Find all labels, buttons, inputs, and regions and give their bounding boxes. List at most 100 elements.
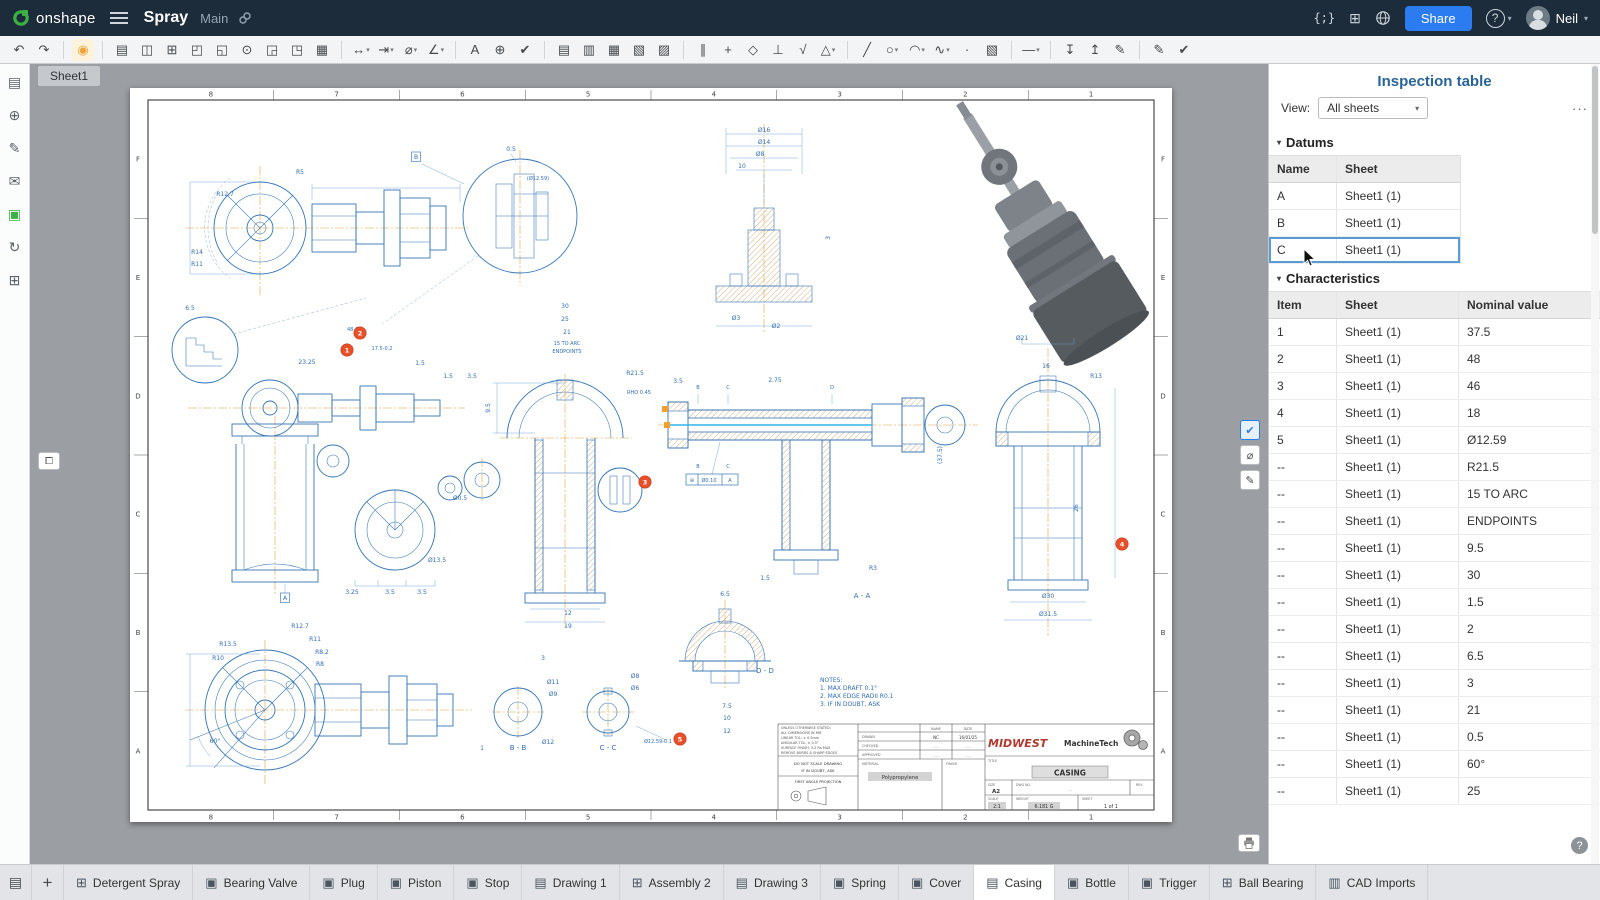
toolbar-inspection-table[interactable]: ▨	[653, 39, 675, 61]
table-row[interactable]: --Sheet1 (1)6.5	[1269, 643, 1600, 670]
tab-plug[interactable]: ▣Plug	[310, 865, 377, 900]
tab-drawing-1[interactable]: ▤Drawing 1	[522, 865, 619, 900]
toolbar-redo[interactable]: ↷	[33, 39, 55, 61]
toolbar-weld-symbol[interactable]: △	[817, 39, 839, 61]
toolbar-import[interactable]: ↥	[1084, 39, 1106, 61]
table-row[interactable]: 5Sheet1 (1)Ø12.59	[1269, 427, 1600, 454]
panel-scroll-area[interactable]: ▾ Datums NameSheetASheet1 (1)BSheet1 (1)…	[1269, 128, 1600, 805]
selection-handle[interactable]	[662, 406, 668, 412]
rail-style-tool[interactable]: ✎	[9, 140, 21, 157]
toolbar-callout[interactable]: ⊕	[489, 39, 511, 61]
toolbar-inspection-check[interactable]: ✔	[1173, 39, 1195, 61]
toolbar-auxiliary-view[interactable]: ◰	[186, 39, 208, 61]
viewport-overview-button[interactable]: ⧠	[38, 452, 60, 470]
rail-select-tool[interactable]: ⊕	[9, 107, 21, 124]
toolbar-undo[interactable]: ↶	[8, 39, 30, 61]
manage-tabs-button[interactable]: ▤	[0, 865, 32, 900]
toolbar-revision-table[interactable]: ▦	[603, 39, 625, 61]
toolbar-centerline[interactable]: ∥	[692, 39, 714, 61]
rail-tables-panel[interactable]: ⊞	[9, 272, 21, 289]
help-button[interactable]: ?	[1571, 837, 1588, 854]
toolbar-datum[interactable]: ◇	[742, 39, 764, 61]
table-row[interactable]: --Sheet1 (1)1.5	[1269, 589, 1600, 616]
help-menu[interactable]: ? ▾	[1486, 9, 1512, 28]
toolbar-show-hidden-lines[interactable]: ▦	[311, 39, 333, 61]
table-row[interactable]: --Sheet1 (1)30	[1269, 562, 1600, 589]
toolbar-insert-view[interactable]: ◫	[136, 39, 158, 61]
toolbar-point[interactable]: ·	[956, 39, 978, 61]
toolbar-hatch[interactable]: ▧	[981, 39, 1003, 61]
tab-piston[interactable]: ▣Piston	[378, 865, 455, 900]
inspection-settings-button[interactable]: ✎	[1240, 470, 1260, 490]
tab-bearing-valve[interactable]: ▣Bearing Valve	[193, 865, 310, 900]
toolbar-surface-finish[interactable]: √	[792, 39, 814, 61]
toolbar-erase[interactable]: ✎	[1109, 39, 1131, 61]
toolbar-geometric-tolerance[interactable]: ⊥	[767, 39, 789, 61]
more-options-button[interactable]: ···	[1572, 101, 1588, 116]
inspection-dimension-button[interactable]: ⌀	[1240, 445, 1260, 465]
table-row[interactable]: 4Sheet1 (1)18	[1269, 400, 1600, 427]
inspection-balloons[interactable]: 21345	[341, 327, 1128, 745]
inspection-select-button[interactable]: ✔	[1240, 420, 1260, 440]
tab-stop[interactable]: ▣Stop	[454, 865, 522, 900]
table-row[interactable]: 2Sheet1 (1)48	[1269, 346, 1600, 373]
table-row[interactable]: --Sheet1 (1)3	[1269, 670, 1600, 697]
selection-handle[interactable]	[664, 422, 670, 428]
globe-icon[interactable]	[1375, 10, 1391, 26]
menu-icon[interactable]	[110, 12, 128, 24]
toolbar-spline[interactable]: ∿	[931, 39, 953, 61]
toolbar-hole-table[interactable]: ▤	[553, 39, 575, 61]
toolbar-center-mark[interactable]: +	[717, 39, 739, 61]
datums-section-header[interactable]: ▾ Datums	[1269, 128, 1600, 155]
table-row[interactable]: ASheet1 (1)	[1269, 183, 1460, 210]
new-tab-button[interactable]: +	[32, 865, 64, 900]
toolbar-line-style[interactable]: —	[1020, 39, 1042, 61]
toolbar-break-view[interactable]: ◳	[286, 39, 308, 61]
toolbar-note[interactable]: A	[464, 39, 486, 61]
table-row[interactable]: --Sheet1 (1)21	[1269, 697, 1600, 724]
user-menu[interactable]: Neil ▾	[1526, 6, 1588, 30]
table-row[interactable]: BSheet1 (1)	[1269, 210, 1460, 237]
table-row[interactable]: --Sheet1 (1)9.5	[1269, 535, 1600, 562]
tab-ball-bearing[interactable]: ⊞Ball Bearing	[1210, 865, 1317, 900]
table-row[interactable]: --Sheet1 (1)R21.5	[1269, 454, 1600, 481]
toolbar-ordinate-dimension[interactable]: ⇥	[375, 39, 397, 61]
tab-detergent-spray[interactable]: ⊞Detergent Spray	[64, 865, 193, 900]
toolbar-projected-view[interactable]: ⊞	[161, 39, 183, 61]
characteristics-section-header[interactable]: ▾ Characteristics	[1269, 264, 1600, 291]
panel-scrollbar[interactable]	[1591, 64, 1599, 864]
rail-comments[interactable]: ✉	[9, 173, 21, 190]
sheet-tab[interactable]: Sheet1	[38, 66, 100, 86]
toolbar-section-view[interactable]: ◱	[211, 39, 233, 61]
onshape-logo[interactable]: onshape	[12, 9, 96, 27]
table-row[interactable]: --Sheet1 (1)25	[1269, 778, 1600, 805]
toolbar-export[interactable]: ↧	[1059, 39, 1081, 61]
share-button[interactable]: Share	[1405, 6, 1472, 31]
rail-history[interactable]: ↻	[9, 239, 21, 256]
scrollbar-thumb[interactable]	[1592, 66, 1598, 234]
table-row[interactable]: --Sheet1 (1)60°	[1269, 751, 1600, 778]
view-dropdown[interactable]: All sheets ▾	[1318, 97, 1428, 119]
toolbar-crop-view[interactable]: ◲	[261, 39, 283, 61]
tab-cover[interactable]: ▣Cover	[899, 865, 974, 900]
tab-trigger[interactable]: ▣Trigger	[1129, 865, 1210, 900]
toolbar-dimension[interactable]: ↔	[350, 39, 372, 61]
tab-spring[interactable]: ▣Spring	[821, 865, 899, 900]
table-row[interactable]: 1Sheet1 (1)37.5	[1269, 319, 1600, 346]
table-row[interactable]: CSheet1 (1)	[1269, 237, 1460, 264]
toolbar-circle[interactable]: ○	[881, 39, 903, 61]
table-row[interactable]: --Sheet1 (1)ENDPOINTS	[1269, 508, 1600, 535]
toolbar-inspection-marker[interactable]: ✎	[1148, 39, 1170, 61]
branch-label[interactable]: Main	[200, 11, 228, 26]
featurescript-icon[interactable]: {;}	[1313, 11, 1335, 25]
table-row[interactable]: 3Sheet1 (1)46	[1269, 373, 1600, 400]
tab-assembly-2[interactable]: ⊞Assembly 2	[620, 865, 724, 900]
table-row[interactable]: --Sheet1 (1)0.5	[1269, 724, 1600, 751]
rail-sheets-panel[interactable]: ▤	[8, 74, 21, 91]
tab-casing[interactable]: ▤Casing	[974, 865, 1055, 900]
print-button[interactable]	[1238, 834, 1260, 852]
tab-cad-imports[interactable]: ▥CAD Imports	[1316, 865, 1428, 900]
drawing-canvas[interactable]: Sheet1 ⧠ 8877665544332211FFEEDDCCBBAA	[30, 64, 1268, 864]
table-row[interactable]: --Sheet1 (1)2	[1269, 616, 1600, 643]
rail-follow-mode[interactable]: ▣	[8, 206, 21, 223]
